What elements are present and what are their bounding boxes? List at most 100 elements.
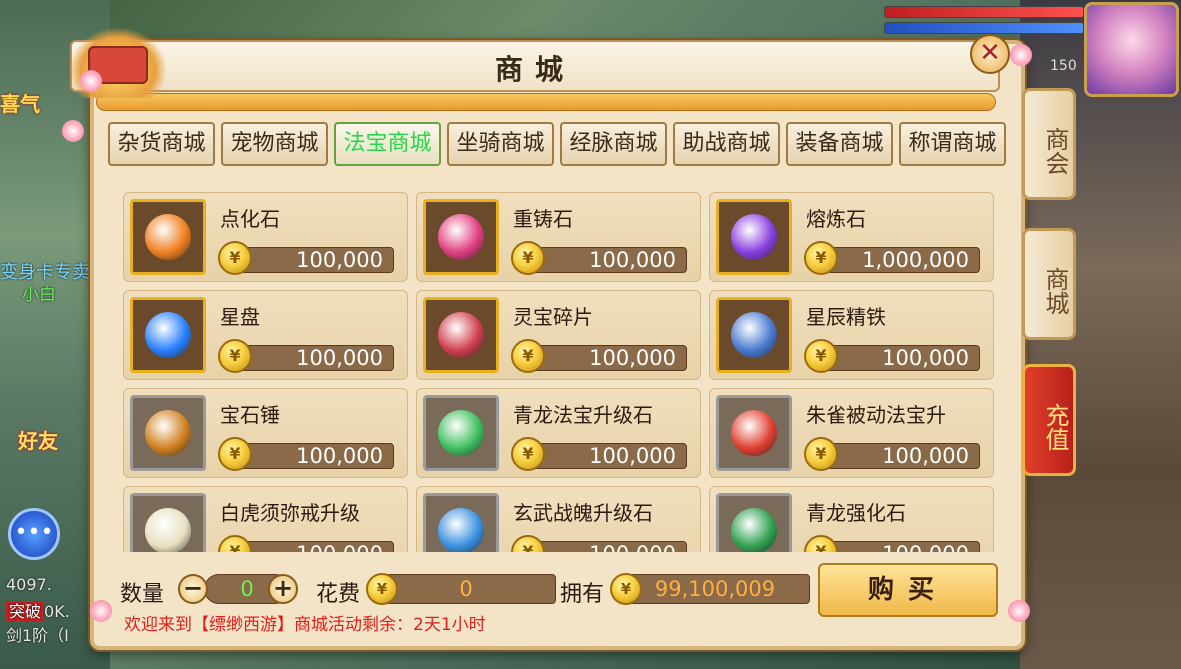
cost-label: 花费 — [316, 582, 361, 607]
item-gem — [731, 508, 777, 552]
item-card[interactable]: 白虎须弥戒升级 100,000¥ — [123, 486, 408, 552]
gold-coin-icon: ¥ — [610, 573, 642, 605]
flower-icon — [1008, 600, 1030, 622]
tab-3[interactable]: 坐骑商城 — [447, 122, 554, 166]
left-info-line-2: 剑1阶（I — [6, 626, 69, 645]
item-gem — [438, 410, 484, 456]
gold-coin-icon: ¥ — [218, 535, 252, 552]
item-gem — [731, 410, 777, 456]
item-card[interactable]: 熔炼石 1,000,000 ¥ — [709, 192, 994, 282]
shop-notice: 欢迎来到【缥缈西游】商城活动剩余：2天1小时 — [124, 615, 486, 635]
item-card[interactable]: 点化石 100,000 ¥ — [123, 192, 408, 282]
chat-bubble-icon[interactable]: ••• — [8, 508, 60, 560]
item-price: 100,000 — [527, 541, 687, 552]
item-price: 100,000 — [234, 443, 394, 469]
hp-bar — [884, 6, 1084, 18]
purple-crystal-icon — [716, 199, 792, 275]
item-card[interactable]: 宝石锤 100,000 ¥ — [123, 388, 408, 478]
item-card[interactable]: 星辰精铁 100,000 ¥ — [709, 290, 994, 380]
quantity-minus-button[interactable]: − — [178, 574, 208, 604]
item-price: 100,000 — [234, 345, 394, 371]
item-card[interactable]: 玄武战魄升级石 100,000¥ — [416, 486, 701, 552]
level-badge: 150 — [1050, 58, 1077, 74]
item-gem — [438, 508, 484, 552]
item-price: 100,000 — [527, 443, 687, 469]
status-bars — [884, 6, 1084, 38]
gold-coin-icon: ¥ — [218, 339, 252, 373]
item-gem — [145, 312, 191, 358]
gold-coin-icon: ¥ — [511, 535, 545, 552]
item-card[interactable]: 青龙强化石 100,000¥ — [709, 486, 994, 552]
owned-label: 拥有 — [560, 582, 605, 607]
item-price: 100,000 — [820, 541, 980, 552]
item-price: 100,000 — [234, 247, 394, 273]
item-price: 100,000 — [820, 345, 980, 371]
item-gem — [145, 410, 191, 456]
gold-coin-icon: ¥ — [511, 241, 545, 275]
gold-coin-icon: ¥ — [511, 437, 545, 471]
fire-orb-icon — [130, 199, 206, 275]
breakthrough-tag: 突破 — [6, 602, 45, 621]
tab-2[interactable]: 法宝商城 — [334, 122, 441, 166]
side-tab-recharge[interactable]: 充值 — [1022, 364, 1076, 476]
title-scroll-deco — [96, 93, 996, 111]
left-info-text: 0K. — [44, 602, 70, 621]
tab-0[interactable]: 杂货商城 — [108, 122, 215, 166]
tab-6[interactable]: 装备商城 — [786, 122, 893, 166]
item-card[interactable]: 星盘 100,000 ¥ — [123, 290, 408, 380]
tab-4[interactable]: 经脉商城 — [560, 122, 667, 166]
buy-button[interactable]: 购买 — [818, 563, 998, 617]
close-button[interactable]: ✕ — [970, 34, 1010, 74]
star-iron-icon — [716, 297, 792, 373]
item-price: 100,000 — [234, 541, 394, 552]
item-card[interactable]: 灵宝碎片 100,000 ¥ — [416, 290, 701, 380]
owned-value: 99,100,009 — [620, 574, 810, 604]
gold-coin-icon: ¥ — [218, 241, 252, 275]
item-gem — [731, 214, 777, 260]
flower-icon — [1010, 44, 1032, 66]
item-name: 灵宝碎片 — [513, 305, 593, 329]
friends-button[interactable]: 好友 — [18, 430, 70, 478]
side-tab-guild[interactable]: 商会 — [1022, 88, 1076, 200]
item-name: 星辰精铁 — [806, 305, 886, 329]
blue-turtle-orb-icon — [423, 493, 499, 552]
item-price: 100,000 — [527, 345, 687, 371]
page-title: 商城 — [494, 53, 575, 86]
gold-coin-icon: ¥ — [804, 535, 838, 552]
item-card[interactable]: 青龙法宝升级石 100,000 ¥ — [416, 388, 701, 478]
item-name: 白虎须弥戒升级 — [220, 501, 360, 525]
green-dragon-stone-icon — [716, 493, 792, 552]
tab-1[interactable]: 宠物商城 — [221, 122, 328, 166]
item-gem — [438, 214, 484, 260]
side-tab-shop[interactable]: 商城 — [1022, 228, 1076, 340]
gold-coin-icon: ¥ — [804, 241, 838, 275]
hammer-icon — [130, 395, 206, 471]
item-name: 星盘 — [220, 305, 260, 329]
item-name: 点化石 — [220, 207, 280, 231]
swirl-stone-icon — [423, 199, 499, 275]
item-name: 青龙强化石 — [806, 501, 906, 525]
item-name: 宝石锤 — [220, 403, 280, 427]
mp-bar — [884, 22, 1084, 34]
item-name: 熔炼石 — [806, 207, 866, 231]
item-gem — [731, 312, 777, 358]
item-card[interactable]: 朱雀被动法宝升 100,000 ¥ — [709, 388, 994, 478]
gold-coin-icon: ¥ — [804, 339, 838, 373]
tab-7[interactable]: 称谓商城 — [899, 122, 1006, 166]
green-dragon-orb-icon — [423, 395, 499, 471]
tab-5[interactable]: 助战商城 — [673, 122, 780, 166]
item-price: 100,000 — [527, 247, 687, 273]
flower-icon — [62, 120, 84, 142]
item-name: 重铸石 — [513, 207, 573, 231]
gold-coin-icon: ¥ — [511, 339, 545, 373]
quantity-plus-button[interactable]: + — [268, 574, 298, 604]
item-card[interactable]: 重铸石 100,000 ¥ — [416, 192, 701, 282]
item-gem — [438, 312, 484, 358]
item-grid: 点化石 100,000 ¥ 重铸石 100,000 ¥ 熔炼石 1,000,000 ¥ 星盘 100… — [108, 180, 1006, 552]
red-phoenix-orb-icon — [716, 395, 792, 471]
purchase-bar: 数量 0 − + 花费 0 ¥ 拥有 99,100,009 ¥ 购买 欢迎来到【… — [108, 560, 1006, 640]
item-price: 1,000,000 — [820, 247, 980, 273]
item-name: 青龙法宝升级石 — [513, 403, 653, 427]
title-bar: 商城 — [70, 40, 1000, 92]
player-avatar[interactable] — [1084, 2, 1179, 97]
